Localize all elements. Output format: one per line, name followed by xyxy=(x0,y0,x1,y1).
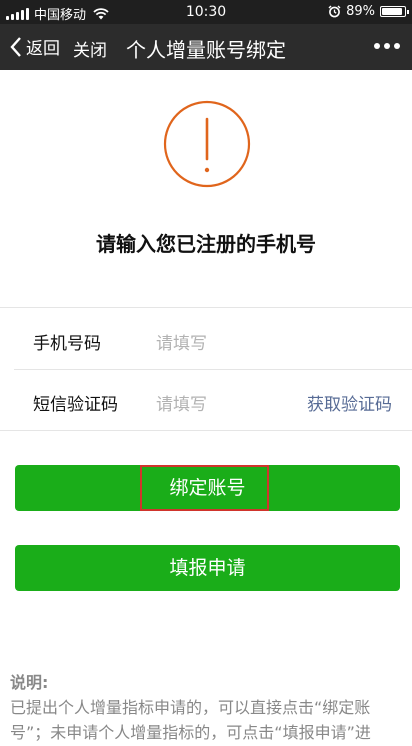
bind-account-button[interactable]: 绑定账号 xyxy=(15,465,400,511)
exclamation-icon xyxy=(163,100,251,188)
form-top-divider xyxy=(0,307,412,308)
note-heading: 说明: xyxy=(10,673,49,692)
nav-bar: 返回 关闭 个人增量账号绑定 xyxy=(0,24,412,70)
status-bar: 中国移动 10:30 89% xyxy=(0,0,412,24)
form-bottom-divider xyxy=(0,430,412,431)
battery-fill xyxy=(382,8,402,15)
battery-percent: 89% xyxy=(346,4,375,19)
phone-label: 手机号码 xyxy=(33,334,101,354)
code-input[interactable]: 请填写 xyxy=(156,390,207,415)
get-code-button[interactable]: 获取验证码 xyxy=(307,390,392,415)
more-dots-icon[interactable] xyxy=(374,43,400,49)
battery-icon xyxy=(380,6,409,17)
phone-input[interactable]: 请填写 xyxy=(156,329,207,354)
prompt-text: 请输入您已注册的手机号 xyxy=(96,232,316,256)
status-right: 89% xyxy=(328,4,409,19)
apply-button[interactable]: 填报申请 xyxy=(15,545,400,591)
page-title: 个人增量账号绑定 xyxy=(126,38,286,62)
form-middle-divider xyxy=(14,369,412,370)
alarm-icon xyxy=(328,5,341,18)
note-text: 已提出个人增量指标申请的，可以直接点击“绑定账号”；未申请个人增量指标的，可点击… xyxy=(10,698,371,742)
code-label: 短信验证码 xyxy=(33,395,118,415)
note-section: 说明: 已提出个人增量指标申请的，可以直接点击“绑定账号”；未申请个人增量指标的… xyxy=(10,670,405,745)
